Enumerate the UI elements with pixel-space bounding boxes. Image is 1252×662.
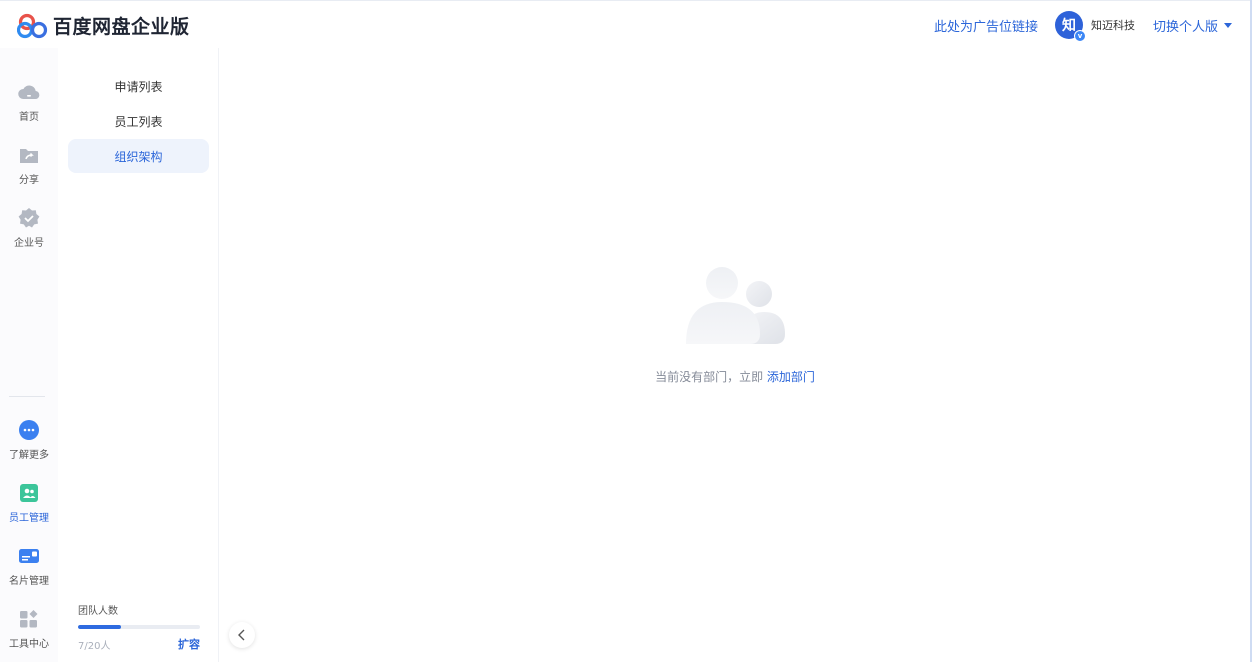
- chevron-left-icon: [238, 629, 245, 641]
- rail-label: 工具中心: [9, 639, 49, 650]
- rail-label: 了解更多: [9, 450, 49, 461]
- rail-item-business-card[interactable]: 名片管理: [0, 544, 58, 587]
- company-name[interactable]: 知迈科技: [1091, 17, 1135, 33]
- cloud-icon: [17, 80, 41, 104]
- main-content: 当前没有部门，立即 添加部门: [220, 48, 1250, 662]
- empty-state-message: 当前没有部门，立即 添加部门: [220, 368, 1250, 385]
- submenu-item-org-structure[interactable]: 组织架构: [68, 139, 209, 173]
- staff-management-icon: [17, 481, 41, 505]
- submenu-item-staff-list[interactable]: 员工列表: [68, 104, 209, 138]
- baidu-netdisk-logo-icon: [17, 13, 48, 38]
- expand-capacity-button[interactable]: 扩容: [178, 636, 200, 652]
- add-department-link[interactable]: 添加部门: [767, 370, 815, 384]
- header-actions: 此处为广告位链接 知 v 知迈科技 切换个人版: [934, 1, 1232, 49]
- empty-state-text: 当前没有部门，立即: [655, 370, 767, 384]
- app-logo[interactable]: 百度网盘企业版: [17, 12, 190, 39]
- team-size-progress-fill: [78, 625, 121, 629]
- submenu-item-application-list[interactable]: 申请列表: [68, 69, 209, 103]
- switch-personal-button[interactable]: 切换个人版: [1153, 16, 1232, 35]
- rail-item-home[interactable]: 首页: [0, 80, 58, 123]
- ad-link[interactable]: 此处为广告位链接: [934, 16, 1038, 35]
- team-size-title: 团队人数: [78, 606, 118, 617]
- rail-label: 企业号: [14, 238, 44, 249]
- team-size-panel: 团队人数 7/20人 扩容: [78, 602, 200, 652]
- business-card-icon: [17, 544, 41, 568]
- app-title: 百度网盘企业版: [53, 16, 190, 38]
- empty-people-illustration-icon: [686, 267, 785, 344]
- collapse-sidebar-button[interactable]: [229, 622, 255, 648]
- rail-label: 名片管理: [9, 576, 49, 587]
- rail-item-staff-management[interactable]: 员工管理: [0, 481, 58, 524]
- avatar[interactable]: 知 v: [1054, 11, 1086, 42]
- verified-badge-icon: v: [1073, 30, 1086, 42]
- share-folder-icon: [17, 143, 41, 167]
- rail-item-share[interactable]: 分享: [0, 143, 58, 186]
- team-size-count: 7/20人: [78, 640, 111, 652]
- team-size-row: 7/20人 扩容: [78, 636, 200, 652]
- team-size-progress: [78, 625, 200, 629]
- rail-divider: [9, 396, 45, 397]
- top-header: 百度网盘企业版 此处为广告位链接 知 v 知迈科技 切换个人版: [0, 0, 1252, 48]
- rail-label: 员工管理: [9, 513, 49, 524]
- switch-label: 切换个人版: [1152, 19, 1218, 35]
- staff-submenu: 申请列表 员工列表 组织架构 团队人数 7/20人 扩容: [58, 48, 219, 662]
- more-icon: [17, 418, 41, 442]
- rail-item-learn-more[interactable]: 了解更多: [0, 418, 58, 461]
- rail-item-enterprise[interactable]: 企业号: [0, 206, 58, 249]
- rail-label: 首页: [19, 112, 39, 123]
- rail-item-tools-center[interactable]: 工具中心: [0, 607, 58, 650]
- rail-label: 分享: [19, 175, 39, 186]
- tools-grid-icon: [17, 607, 41, 631]
- caret-down-icon: [1224, 22, 1232, 28]
- left-nav-rail: 首页 分享 企业号 了解更多 员工管理 名片管理 工具中心: [0, 48, 58, 662]
- enterprise-badge-icon: [17, 206, 41, 230]
